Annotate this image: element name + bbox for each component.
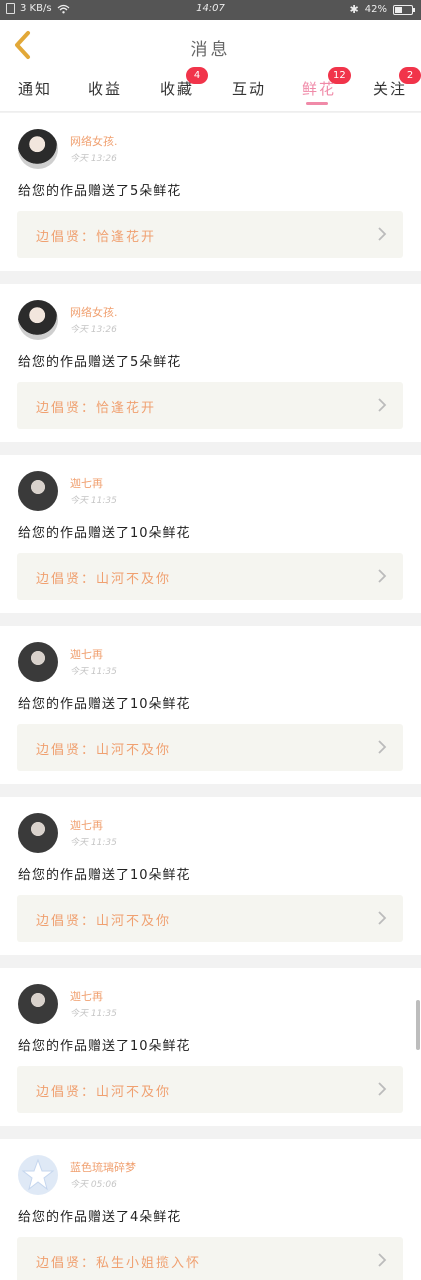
tab-badge: 2 bbox=[399, 67, 421, 84]
battery-percent: 42% bbox=[364, 4, 387, 15]
tab-notice[interactable]: 通知 bbox=[18, 72, 58, 112]
bluetooth-icon: ✱ bbox=[349, 3, 359, 16]
message-text: 给您的作品赠送了10朵鲜花 bbox=[18, 697, 191, 712]
work-link[interactable]: 边倡贤：私生小姐揽入怀 bbox=[17, 1237, 403, 1280]
work-title: 边倡贤：私生小姐揽入怀 bbox=[36, 1256, 202, 1271]
message-text: 给您的作品赠送了5朵鲜花 bbox=[18, 184, 182, 199]
tab-badge: 4 bbox=[186, 67, 208, 84]
chevron-right-icon bbox=[378, 911, 387, 925]
message-card[interactable]: 蓝色琉璃碎梦 今天 05:06 给您的作品赠送了4朵鲜花 边倡贤：私生小姐揽入怀 bbox=[0, 1139, 421, 1280]
message-card[interactable]: 迦七再 今天 11:35 给您的作品赠送了10朵鲜花 边倡贤：山河不及你 bbox=[0, 626, 421, 784]
message-card[interactable]: 迦七再 今天 11:35 给您的作品赠送了10朵鲜花 边倡贤：山河不及你 bbox=[0, 797, 421, 955]
message-time: 今天 11:35 bbox=[70, 1009, 117, 1019]
work-title: 边倡贤：恰逢花开 bbox=[36, 230, 157, 245]
chevron-right-icon bbox=[378, 569, 387, 583]
chevron-right-icon bbox=[378, 1082, 387, 1096]
avatar[interactable] bbox=[18, 129, 58, 169]
message-text: 给您的作品赠送了10朵鲜花 bbox=[18, 1039, 191, 1054]
tab-badge: 12 bbox=[328, 67, 351, 84]
message-time: 今天 11:35 bbox=[70, 838, 117, 848]
work-title: 边倡贤：山河不及你 bbox=[36, 1085, 172, 1100]
tab-label: 互动 bbox=[232, 80, 267, 98]
message-text: 给您的作品赠送了4朵鲜花 bbox=[18, 1210, 182, 1225]
chevron-right-icon bbox=[378, 227, 387, 241]
avatar[interactable] bbox=[18, 813, 58, 853]
star-logo-icon bbox=[21, 1158, 55, 1191]
message-card[interactable]: 网络女孩. 今天 13:26 给您的作品赠送了5朵鲜花 边倡贤：恰逢花开 bbox=[0, 113, 421, 271]
message-card[interactable]: 迦七再 今天 11:35 给您的作品赠送了10朵鲜花 边倡贤：山河不及你 bbox=[0, 968, 421, 1126]
message-text: 给您的作品赠送了10朵鲜花 bbox=[18, 526, 191, 541]
tab-favorites[interactable]: 收藏 4 bbox=[160, 67, 208, 112]
tab-label: 通知 bbox=[18, 80, 53, 98]
work-title: 边倡贤：恰逢花开 bbox=[36, 401, 157, 416]
message-time: 今天 13:26 bbox=[70, 154, 117, 164]
sender-name[interactable]: 网络女孩. bbox=[70, 133, 118, 149]
scrollbar-thumb[interactable] bbox=[416, 1000, 420, 1050]
message-time: 今天 11:35 bbox=[70, 496, 117, 506]
message-time: 今天 11:35 bbox=[70, 667, 117, 677]
work-link[interactable]: 边倡贤：山河不及你 bbox=[17, 1066, 403, 1113]
tab-earnings[interactable]: 收益 bbox=[88, 72, 128, 112]
work-title: 边倡贤：山河不及你 bbox=[36, 572, 172, 587]
sender-name[interactable]: 蓝色琉璃碎梦 bbox=[70, 1159, 136, 1175]
tab-follow[interactable]: 关注 2 bbox=[373, 67, 421, 112]
avatar[interactable] bbox=[18, 984, 58, 1024]
chevron-right-icon bbox=[378, 1253, 387, 1267]
sender-name[interactable]: 迦七再 bbox=[70, 475, 103, 491]
tab-flowers[interactable]: 鲜花 12 bbox=[302, 67, 351, 112]
message-card[interactable]: 迦七再 今天 11:35 给您的作品赠送了10朵鲜花 边倡贤：山河不及你 bbox=[0, 455, 421, 613]
avatar[interactable] bbox=[18, 642, 58, 682]
work-link[interactable]: 边倡贤：山河不及你 bbox=[17, 895, 403, 942]
battery-icon bbox=[393, 4, 415, 15]
page-title: 消息 bbox=[190, 40, 231, 60]
sender-name[interactable]: 迦七再 bbox=[70, 646, 103, 662]
sender-name[interactable]: 网络女孩. bbox=[70, 304, 118, 320]
work-link[interactable]: 边倡贤：山河不及你 bbox=[17, 553, 403, 600]
message-text: 给您的作品赠送了5朵鲜花 bbox=[18, 355, 182, 370]
header: 消息 bbox=[0, 20, 421, 72]
message-time: 今天 05:06 bbox=[70, 1180, 117, 1190]
chevron-right-icon bbox=[378, 740, 387, 754]
avatar[interactable] bbox=[18, 471, 58, 511]
work-title: 边倡贤：山河不及你 bbox=[36, 743, 172, 758]
avatar[interactable] bbox=[18, 1155, 58, 1195]
work-link[interactable]: 边倡贤：恰逢花开 bbox=[17, 211, 403, 258]
work-link[interactable]: 边倡贤：恰逢花开 bbox=[17, 382, 403, 429]
tab-active-indicator bbox=[306, 102, 328, 105]
avatar[interactable] bbox=[18, 300, 58, 340]
status-bar: 3 KB/s 14:07 ✱ 42% bbox=[0, 0, 421, 20]
tab-bar: 通知 收益 收藏 4 互动 鲜花 12 关注 2 bbox=[0, 67, 421, 112]
message-text: 给您的作品赠送了10朵鲜花 bbox=[18, 868, 191, 883]
status-right: ✱ 42% bbox=[349, 3, 415, 16]
message-card[interactable]: 网络女孩. 今天 13:26 给您的作品赠送了5朵鲜花 边倡贤：恰逢花开 bbox=[0, 284, 421, 442]
chevron-right-icon bbox=[378, 398, 387, 412]
work-title: 边倡贤：山河不及你 bbox=[36, 914, 172, 929]
message-time: 今天 13:26 bbox=[70, 325, 117, 335]
sender-name[interactable]: 迦七再 bbox=[70, 988, 103, 1004]
sender-name[interactable]: 迦七再 bbox=[70, 817, 103, 833]
tab-interaction[interactable]: 互动 bbox=[232, 72, 272, 112]
work-link[interactable]: 边倡贤：山河不及你 bbox=[17, 724, 403, 771]
tab-label: 收益 bbox=[88, 80, 123, 98]
